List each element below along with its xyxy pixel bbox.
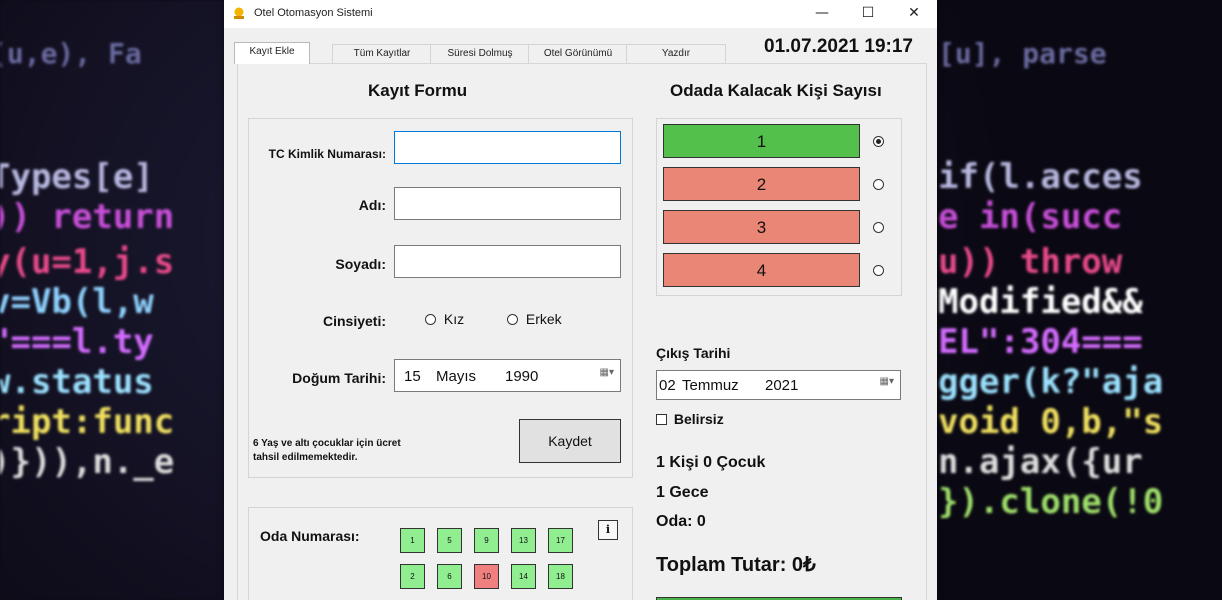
person-count-group: 1 2 3 4 bbox=[656, 118, 902, 296]
checkout-day: 02 bbox=[659, 377, 676, 394]
info-button[interactable]: i bbox=[598, 520, 618, 540]
hotel-app-icon bbox=[232, 6, 246, 20]
room-2-button[interactable]: 2 bbox=[400, 564, 425, 589]
registration-form-group: TC Kimlik Numarası: Adı: Soyadı: Cinsiye… bbox=[248, 118, 633, 478]
room-number-group: Oda Numarası: i 1 5 9 13 17 2 6 10 14 18 bbox=[248, 507, 633, 600]
person-count-2-box[interactable]: 2 bbox=[663, 167, 860, 201]
undetermined-checkbox[interactable] bbox=[656, 414, 667, 425]
checkout-year: 2021 bbox=[765, 377, 799, 394]
child-fee-note-line1: 6 Yaş ve altı çocuklar için ücret bbox=[253, 438, 401, 449]
person-count-3-radio[interactable] bbox=[873, 222, 884, 233]
person-count-2-radio[interactable] bbox=[873, 179, 884, 190]
person-count-1-box[interactable]: 1 bbox=[663, 124, 860, 158]
tab-suresi-dolmus[interactable]: Süresi Dolmuş bbox=[430, 44, 530, 63]
gender-erkek-label: Erkek bbox=[525, 311, 562, 327]
maximize-button[interactable]: ☐ bbox=[845, 0, 891, 28]
undetermined-option[interactable]: Belirsiz bbox=[656, 411, 724, 427]
person-count-title: Odada Kalacak Kişi Sayısı bbox=[670, 81, 882, 100]
minimize-button[interactable]: — bbox=[799, 0, 845, 28]
tc-input[interactable] bbox=[394, 131, 621, 164]
room-18-button[interactable]: 18 bbox=[548, 564, 573, 589]
person-count-4-radio[interactable] bbox=[873, 265, 884, 276]
room-9-button[interactable]: 9 bbox=[474, 528, 499, 553]
person-count-1-radio[interactable] bbox=[873, 136, 884, 147]
name-label: Adı: bbox=[358, 197, 386, 213]
child-fee-note: 6 Yaş ve altı çocuklar için ücret tahsil… bbox=[253, 437, 401, 465]
surname-input[interactable] bbox=[394, 245, 621, 278]
room-summary: Oda: 0 bbox=[656, 513, 706, 530]
room-1-button[interactable]: 1 bbox=[400, 528, 425, 553]
gender-kiz-radio[interactable] bbox=[425, 314, 436, 325]
person-count-4-box[interactable]: 4 bbox=[663, 253, 860, 287]
room-10-button[interactable]: 10 bbox=[474, 564, 499, 589]
current-datetime: 01.07.2021 19:17 bbox=[764, 36, 913, 57]
checkout-label: Çıkış Tarihi bbox=[656, 345, 731, 361]
room-6-button[interactable]: 6 bbox=[437, 564, 462, 589]
checkout-date-picker[interactable]: 02 Temmuz 2021 ▦▾ bbox=[656, 370, 901, 400]
gender-option-erkek[interactable]: Erkek bbox=[507, 311, 562, 327]
tab-tum-kayitlar[interactable]: Tüm Kayıtlar bbox=[332, 44, 432, 63]
calendar-dropdown-icon[interactable]: ▦▾ bbox=[880, 376, 894, 387]
room-number-label: Oda Numarası: bbox=[260, 528, 360, 544]
birth-month: Mayıs bbox=[436, 368, 477, 385]
room-14-button[interactable]: 14 bbox=[511, 564, 536, 589]
window-title: Otel Otomasyon Sistemi bbox=[254, 7, 373, 19]
birth-date-label: Doğum Tarihi: bbox=[292, 370, 386, 386]
title-bar: Otel Otomasyon Sistemi — ☐ ✕ bbox=[224, 0, 937, 28]
gender-option-kiz[interactable]: Kız bbox=[425, 311, 464, 327]
person-count-3-box[interactable]: 3 bbox=[663, 210, 860, 244]
total-amount: Toplam Tutar: 0₺ bbox=[656, 554, 816, 576]
undetermined-label: Belirsiz bbox=[673, 411, 724, 427]
birth-year: 1990 bbox=[505, 368, 539, 385]
surname-label: Soyadı: bbox=[335, 256, 386, 272]
tab-page-kayit-ekle: Kayıt Formu TC Kimlik Numarası: Adı: Soy… bbox=[237, 63, 927, 600]
room-17-button[interactable]: 17 bbox=[548, 528, 573, 553]
form-title: Kayıt Formu bbox=[368, 81, 468, 100]
calendar-dropdown-icon[interactable]: ▦▾ bbox=[600, 367, 614, 378]
gender-kiz-label: Kız bbox=[443, 311, 465, 327]
tab-yazdir[interactable]: Yazdır bbox=[626, 44, 726, 63]
nights-summary: 1 Gece bbox=[656, 484, 709, 501]
child-fee-note-line2: tahsil edilmemektedir. bbox=[253, 452, 358, 463]
app-window: Otel Otomasyon Sistemi — ☐ ✕ Kayıt Ekle … bbox=[224, 0, 937, 600]
name-input[interactable] bbox=[394, 187, 621, 220]
birth-date-picker[interactable]: 15 Mayıs 1990 ▦▾ bbox=[394, 359, 621, 392]
people-summary: 1 Kişi 0 Çocuk bbox=[656, 454, 766, 471]
tab-kayit-ekle[interactable]: Kayıt Ekle bbox=[234, 42, 310, 64]
checkout-month: Temmuz bbox=[682, 377, 739, 394]
tab-otel-gorunumu[interactable]: Otel Görünümü bbox=[528, 44, 628, 63]
room-13-button[interactable]: 13 bbox=[511, 528, 536, 553]
tc-label: TC Kimlik Numarası: bbox=[268, 147, 386, 161]
gender-erkek-radio[interactable] bbox=[507, 314, 518, 325]
room-5-button[interactable]: 5 bbox=[437, 528, 462, 553]
save-button[interactable]: Kaydet bbox=[519, 419, 621, 463]
birth-day: 15 bbox=[404, 368, 421, 385]
gender-label: Cinsiyeti: bbox=[322, 313, 386, 329]
close-button[interactable]: ✕ bbox=[891, 0, 937, 28]
